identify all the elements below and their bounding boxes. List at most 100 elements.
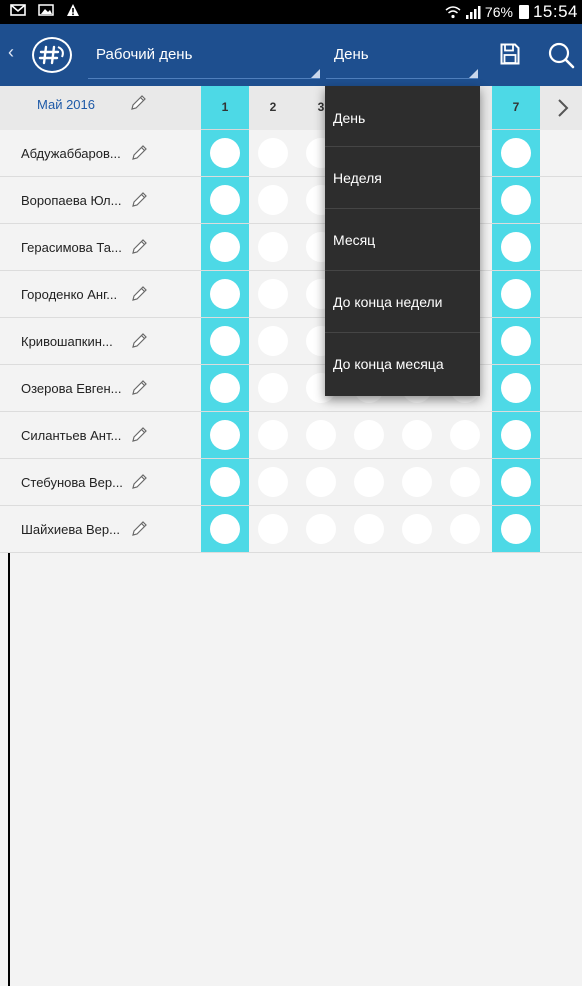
next-week-icon[interactable]: [557, 98, 569, 118]
day-cell[interactable]: [501, 514, 531, 544]
screen-title[interactable]: Рабочий день: [96, 46, 192, 63]
dropdown-option-label: Месяц: [333, 232, 376, 248]
day-cell[interactable]: [210, 514, 240, 544]
day-cell[interactable]: [450, 420, 480, 450]
day-cell[interactable]: [402, 420, 432, 450]
battery-percent: 76%: [484, 4, 513, 20]
day-cell[interactable]: [501, 326, 531, 356]
edit-employee-icon[interactable]: [130, 191, 148, 209]
view-mode-select[interactable]: День: [334, 46, 369, 63]
divider: [325, 332, 480, 333]
day-cell[interactable]: [258, 514, 288, 544]
table-row: Кривошапкин...: [0, 318, 582, 365]
save-icon[interactable]: [500, 43, 520, 65]
employee-name[interactable]: Кривошапкин...: [21, 334, 113, 349]
dropdown-option-month[interactable]: Месяц: [325, 210, 480, 272]
day-cell[interactable]: [306, 514, 336, 544]
day-cell[interactable]: [402, 467, 432, 497]
day-cell[interactable]: [210, 373, 240, 403]
dropdown-option-label: До конца месяца: [333, 356, 444, 372]
edit-month-icon[interactable]: [129, 94, 147, 112]
edit-employee-icon[interactable]: [130, 144, 148, 162]
status-left-icons: [10, 3, 80, 17]
edit-employee-icon[interactable]: [130, 285, 148, 303]
day-cell[interactable]: [402, 514, 432, 544]
day-cell[interactable]: [501, 232, 531, 262]
table-row: Абдужаббаров...: [0, 130, 582, 177]
employee-name[interactable]: Силантьев Ант...: [21, 428, 121, 443]
day-cell[interactable]: [450, 514, 480, 544]
day-cell[interactable]: [306, 467, 336, 497]
day-cell[interactable]: [501, 467, 531, 497]
day-header-1[interactable]: 1: [201, 100, 249, 114]
day-cell[interactable]: [450, 467, 480, 497]
day-cell[interactable]: [258, 373, 288, 403]
dropdown-option-label: День: [333, 110, 366, 126]
day-cell[interactable]: [210, 185, 240, 215]
day-cell[interactable]: [258, 279, 288, 309]
edit-employee-icon[interactable]: [130, 426, 148, 444]
day-cell[interactable]: [210, 232, 240, 262]
table-row: Озерова Евген...: [0, 365, 582, 412]
employee-name[interactable]: Воропаева Юл...: [21, 193, 121, 208]
day-cell[interactable]: [501, 185, 531, 215]
day-cell[interactable]: [258, 326, 288, 356]
day-cell[interactable]: [306, 420, 336, 450]
divider: [325, 270, 480, 271]
table-row: Стебунова Вер...: [0, 459, 582, 506]
employee-name[interactable]: Герасимова Та...: [21, 240, 122, 255]
dropdown-option-week[interactable]: Неделя: [325, 148, 480, 210]
employee-name[interactable]: Шайхиева Вер...: [21, 522, 120, 537]
edit-employee-icon[interactable]: [130, 473, 148, 491]
grid-header: Май 2016 1 2 3 7: [0, 86, 582, 130]
table-row: Воропаева Юл...: [0, 177, 582, 224]
wifi-icon: [445, 6, 461, 19]
day-cell[interactable]: [258, 185, 288, 215]
day-cell[interactable]: [501, 373, 531, 403]
employee-name[interactable]: Стебунова Вер...: [21, 475, 123, 490]
day-cell[interactable]: [210, 138, 240, 168]
clock: 15:54: [532, 2, 578, 21]
title-spinner-arrow-icon[interactable]: [311, 69, 320, 78]
employee-name[interactable]: Абдужаббаров...: [21, 146, 121, 161]
status-bar: 76% 15:54: [0, 0, 582, 24]
day-cell[interactable]: [258, 420, 288, 450]
day-cell[interactable]: [258, 138, 288, 168]
title-spinner-underline: [88, 78, 320, 79]
month-label[interactable]: Май 2016: [37, 97, 95, 112]
edit-employee-icon[interactable]: [130, 332, 148, 350]
table-row: Герасимова Та...: [0, 224, 582, 271]
day-cell[interactable]: [354, 514, 384, 544]
edit-employee-icon[interactable]: [130, 520, 148, 538]
dropdown-option-to-week-end[interactable]: До конца недели: [325, 272, 480, 334]
edit-employee-icon[interactable]: [130, 379, 148, 397]
day-cell[interactable]: [501, 138, 531, 168]
view-spinner-arrow-icon[interactable]: [469, 69, 478, 78]
edit-employee-icon[interactable]: [130, 238, 148, 256]
day-cell[interactable]: [258, 232, 288, 262]
day-cell[interactable]: [210, 326, 240, 356]
day-cell[interactable]: [501, 420, 531, 450]
header-left-bg: [0, 86, 201, 130]
day-cell[interactable]: [210, 420, 240, 450]
employee-name[interactable]: Городенко Анг...: [21, 287, 117, 302]
day-header-2[interactable]: 2: [249, 100, 297, 114]
signal-icon: [465, 6, 481, 19]
day-cell[interactable]: [501, 279, 531, 309]
warning-icon: [67, 4, 79, 16]
battery-icon: [518, 5, 529, 19]
app-logo-icon[interactable]: [32, 37, 72, 73]
screen-edge: [8, 553, 10, 986]
dropdown-option-to-month-end[interactable]: До конца месяца: [325, 334, 480, 396]
dropdown-option-day[interactable]: День: [325, 86, 480, 148]
day-cell[interactable]: [354, 467, 384, 497]
day-cell[interactable]: [258, 467, 288, 497]
back-button[interactable]: ‹: [8, 42, 14, 63]
dropdown-option-label: До конца недели: [333, 294, 443, 310]
day-cell[interactable]: [210, 279, 240, 309]
day-cell[interactable]: [354, 420, 384, 450]
search-icon[interactable]: [547, 41, 575, 69]
employee-name[interactable]: Озерова Евген...: [21, 381, 122, 396]
day-cell[interactable]: [210, 467, 240, 497]
day-header-7[interactable]: 7: [492, 100, 540, 114]
